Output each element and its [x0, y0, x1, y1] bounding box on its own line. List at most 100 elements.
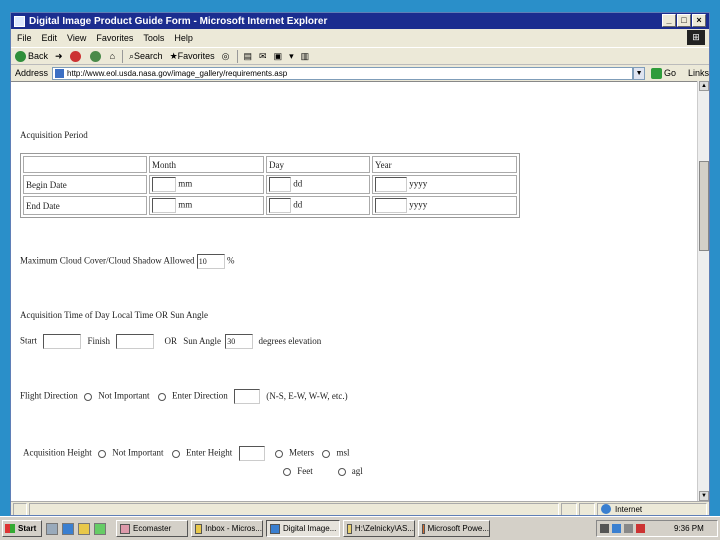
- quicklaunch-desktop-icon[interactable]: [46, 522, 58, 535]
- height-not-important-radio[interactable]: [98, 449, 106, 458]
- menu-bar: File Edit View Favorites Tools Help ⊞: [11, 29, 709, 47]
- print-icon: ▣: [273, 50, 283, 61]
- height-enter-radio[interactable]: [171, 449, 180, 458]
- favorites-button[interactable]: ★ Favorites: [170, 51, 215, 62]
- agl-radio[interactable]: [337, 467, 346, 476]
- header-month: Month: [149, 156, 264, 173]
- cloud-cover-unit: %: [227, 255, 235, 266]
- discuss-icon: ▥: [300, 50, 310, 61]
- task-label: H:\Zelnicky\AS...: [354, 524, 414, 533]
- flight-enter-direction-radio[interactable]: [157, 392, 166, 401]
- status-bar: Internet: [11, 501, 709, 515]
- print-button[interactable]: ▣: [274, 51, 283, 62]
- tray-network-icon[interactable]: [600, 524, 609, 533]
- tray-volume-icon[interactable]: [624, 524, 633, 533]
- back-arrow-icon: [15, 50, 26, 62]
- start-label: Start: [18, 524, 37, 533]
- day-hint: dd: [293, 178, 303, 189]
- refresh-button[interactable]: [89, 50, 103, 62]
- flight-enter-direction-label: Enter Direction: [172, 390, 228, 401]
- table-header-row: Month Day Year: [23, 156, 517, 173]
- browser-window: Digital Image Product Guide Form - Micro…: [10, 12, 710, 516]
- stop-button[interactable]: [69, 50, 83, 62]
- acquisition-height-row: Acquisition Height Not Important Enter H…: [23, 446, 350, 461]
- maximize-button[interactable]: □: [677, 14, 691, 27]
- home-button[interactable]: ⌂: [110, 51, 115, 61]
- quicklaunch-app-icon[interactable]: [94, 522, 106, 535]
- menu-favorites[interactable]: Favorites: [96, 33, 133, 43]
- back-button[interactable]: Back: [15, 50, 48, 62]
- quicklaunch-ie-icon[interactable]: [62, 522, 74, 535]
- toolbar-separator: [122, 49, 123, 63]
- task-button[interactable]: H:\Zelnicky\AS...: [343, 520, 415, 537]
- msl-radio[interactable]: [322, 449, 331, 458]
- sun-angle-label: Sun Angle: [183, 335, 222, 346]
- begin-year-input[interactable]: [375, 177, 407, 192]
- table-row: End Date mm dd yyyy: [23, 196, 517, 215]
- task-button-active[interactable]: Digital Image...: [266, 520, 340, 537]
- search-button[interactable]: ⌕ Search: [129, 51, 163, 62]
- task-button[interactable]: Inbox - Micros...: [191, 520, 263, 537]
- task-app-icon: [422, 523, 425, 534]
- tray-security-icon[interactable]: [612, 524, 621, 533]
- height-input[interactable]: [238, 446, 265, 461]
- discuss-button[interactable]: ▥: [301, 51, 310, 62]
- meters-label: Meters: [289, 447, 314, 458]
- go-button[interactable]: Go: [650, 67, 676, 79]
- menu-view[interactable]: View: [67, 33, 86, 43]
- cloud-cover-input[interactable]: 10: [196, 254, 225, 269]
- feet-radio[interactable]: [283, 467, 291, 476]
- system-tray: 9:36 PM: [596, 520, 718, 537]
- go-label: Go: [663, 68, 676, 78]
- start-time-input[interactable]: [43, 334, 82, 349]
- status-cell: [561, 502, 577, 515]
- end-month-input[interactable]: [152, 198, 176, 213]
- menu-help[interactable]: Help: [174, 33, 193, 43]
- scroll-up-button[interactable]: ▲: [699, 81, 709, 91]
- address-input[interactable]: http://www.eol.usda.nasa.gov/image_galle…: [52, 66, 634, 80]
- scroll-thumb[interactable]: [699, 161, 709, 251]
- day-hint: dd: [293, 199, 303, 210]
- begin-month-input[interactable]: [152, 177, 176, 192]
- ie-page-icon: [14, 15, 25, 27]
- status-page-icon: [13, 502, 27, 515]
- task-app-icon: [195, 523, 203, 534]
- begin-day-input[interactable]: [269, 177, 291, 192]
- mail-button[interactable]: ✉: [259, 51, 267, 62]
- edit-icon: ▾: [289, 50, 294, 61]
- forward-button[interactable]: ➜: [55, 51, 63, 62]
- folder-icon: [347, 523, 352, 534]
- scroll-down-button[interactable]: ▼: [699, 491, 709, 501]
- close-button[interactable]: ×: [692, 14, 706, 27]
- quicklaunch-outlook-icon[interactable]: [78, 522, 90, 535]
- media-button[interactable]: ◎: [222, 51, 230, 62]
- end-day-input[interactable]: [269, 198, 291, 213]
- address-label: Address: [15, 68, 49, 78]
- toolbar-separator: [236, 49, 238, 63]
- finish-label: Finish: [87, 335, 111, 346]
- menu-edit[interactable]: Edit: [42, 33, 58, 43]
- flight-direction-input[interactable]: [233, 389, 260, 404]
- history-button[interactable]: ▤: [244, 51, 253, 62]
- finish-time-input[interactable]: [116, 334, 155, 349]
- refresh-icon: [89, 50, 101, 62]
- start-button[interactable]: Start: [2, 520, 42, 537]
- task-button[interactable]: Ecomaster: [116, 520, 188, 537]
- flight-not-important-radio[interactable]: [84, 392, 92, 401]
- links-button[interactable]: Links: [688, 68, 709, 78]
- end-year-input[interactable]: [375, 198, 407, 213]
- cell-month: mm: [149, 175, 264, 194]
- edit-button[interactable]: ▾: [289, 51, 294, 62]
- meters-radio[interactable]: [274, 449, 283, 458]
- sun-angle-input[interactable]: 30: [225, 334, 254, 349]
- tray-antivirus-icon[interactable]: [636, 524, 645, 533]
- month-hint: mm: [178, 178, 193, 189]
- flight-not-important-label: Not Important: [98, 390, 150, 401]
- vertical-scrollbar[interactable]: ▲ ▼: [697, 81, 709, 501]
- menu-file[interactable]: File: [17, 33, 32, 43]
- address-dropdown-button[interactable]: ▼: [633, 66, 645, 80]
- toolbar: Back ➜ ⌂ ⌕ Search ★ Favorites ◎ ▤ ✉ ▣ ▾ …: [11, 47, 709, 65]
- task-button[interactable]: Microsoft Powe...: [418, 520, 490, 537]
- minimize-button[interactable]: _: [662, 14, 676, 27]
- menu-tools[interactable]: Tools: [143, 33, 164, 43]
